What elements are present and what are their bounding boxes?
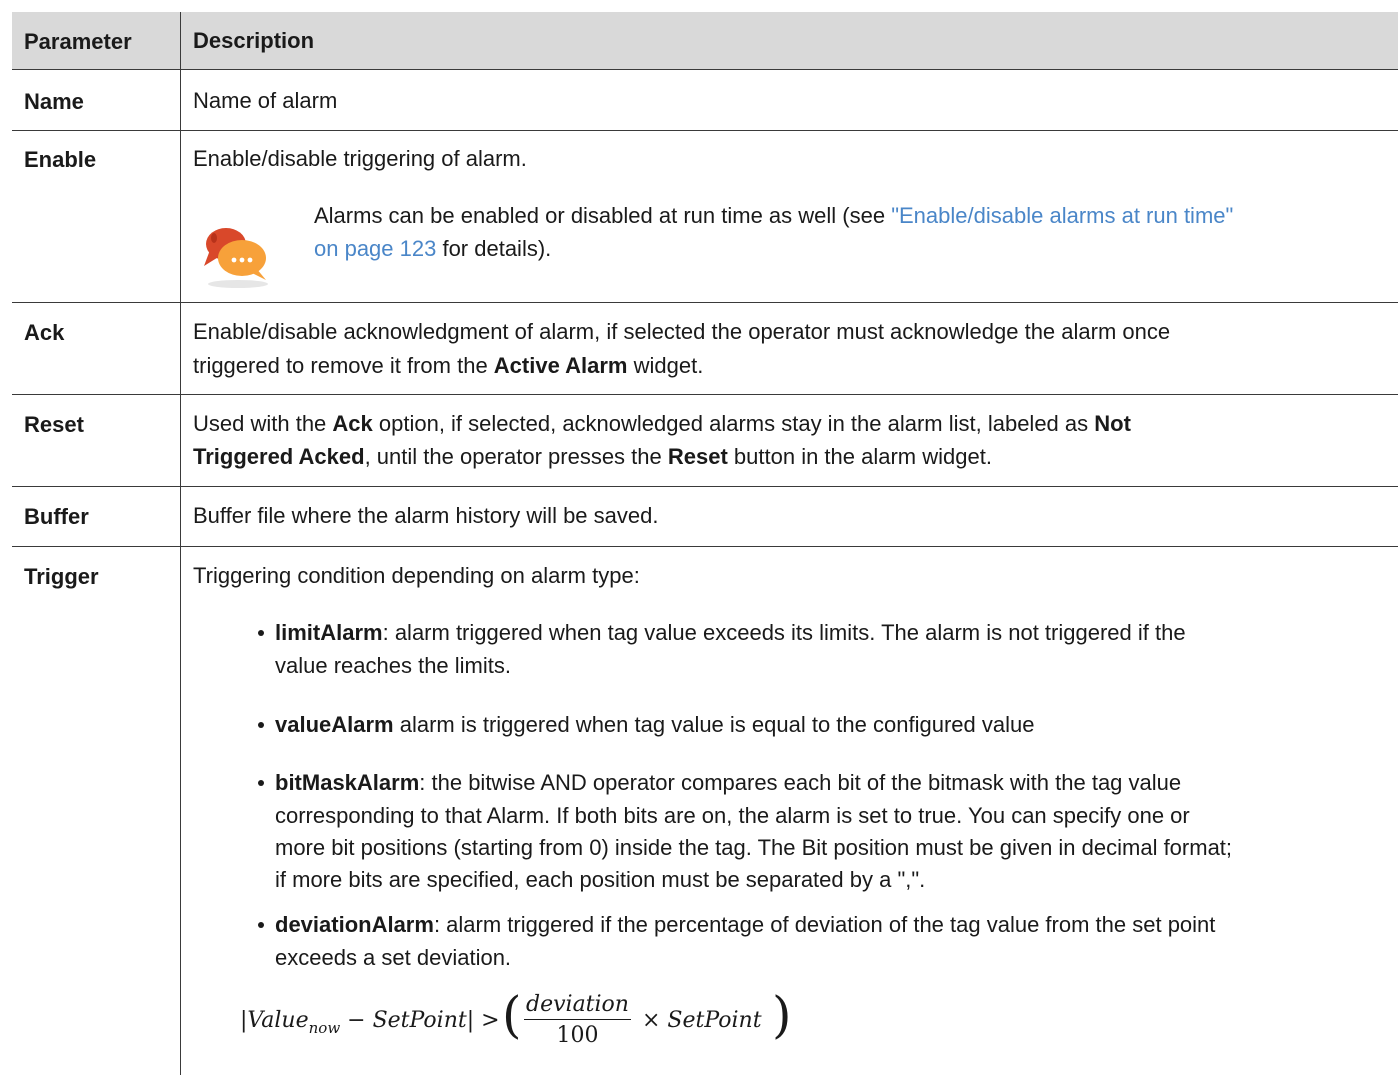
param-enable: Enable bbox=[24, 147, 97, 172]
bitmask-alarm-line3: more bit positions (starting from 0) ins… bbox=[275, 835, 1233, 860]
bitmask-alarm-line2: corresponding to that Alarm. If both bit… bbox=[275, 803, 1190, 828]
param-trigger: Trigger bbox=[24, 564, 99, 589]
reset-bold: Triggered Acked bbox=[193, 444, 365, 469]
column-divider bbox=[180, 12, 181, 1075]
formula-value: |Value bbox=[240, 1008, 309, 1033]
enable-disable-link[interactable]: "Enable/disable alarms at run time" bbox=[891, 203, 1233, 228]
bullet-dot-icon bbox=[258, 780, 264, 786]
row-divider bbox=[12, 546, 1398, 547]
ack-text: triggered to remove it from the bbox=[193, 353, 494, 378]
reset-bold: Reset bbox=[667, 444, 728, 469]
note-enable-line1: Alarms can be enabled or disabled at run… bbox=[314, 200, 1233, 232]
reset-text: , until the operator presses the bbox=[364, 444, 668, 469]
alarm-type-text: : the bitwise AND operator compares each… bbox=[419, 770, 1182, 795]
deviation-alarm-line2: exceeds a set deviation. bbox=[275, 945, 512, 970]
formula-denominator: 100 bbox=[556, 1023, 599, 1048]
formula-times-setpoint: × SetPoint bbox=[642, 1008, 762, 1033]
param-name: Name bbox=[24, 89, 84, 114]
alarm-type-text: alarm is triggered when tag value is equ… bbox=[393, 712, 1035, 737]
chat-bubbles-icon bbox=[200, 220, 272, 290]
note-enable-line2: on page 123 for details). bbox=[314, 233, 551, 265]
header-parameter: Parameter bbox=[24, 29, 132, 54]
page-link[interactable]: on page 123 bbox=[314, 236, 436, 261]
bullet-dot-icon bbox=[258, 630, 264, 636]
row-divider bbox=[12, 394, 1398, 395]
desc-ack-line2: triggered to remove it from the Active A… bbox=[193, 350, 703, 382]
value-alarm-line1: valueAlarm alarm is triggered when tag v… bbox=[275, 709, 1034, 741]
reset-text: Used with the bbox=[193, 411, 333, 436]
row-divider bbox=[12, 130, 1398, 131]
limit-alarm-line2: value reaches the limits. bbox=[275, 653, 511, 678]
row-divider bbox=[12, 302, 1398, 303]
reset-bold: Not bbox=[1094, 411, 1131, 436]
row-divider bbox=[12, 486, 1398, 487]
header-divider bbox=[12, 69, 1398, 70]
formula-setpoint: − SetPoint| > bbox=[340, 1008, 500, 1033]
desc-reset-line2: Triggered Acked, until the operator pres… bbox=[193, 441, 992, 473]
deviation-alarm-line1: deviationAlarm: alarm triggered if the p… bbox=[275, 909, 1215, 941]
formula-fraction: deviation 100 bbox=[524, 992, 631, 1048]
bullet-dot-icon bbox=[258, 722, 264, 728]
bullet-dot-icon bbox=[258, 922, 264, 928]
formula-left: |Valuenow − SetPoint| > bbox=[240, 1008, 500, 1037]
bitmask-alarm-line1: bitMaskAlarm: the bitwise AND operator c… bbox=[275, 767, 1181, 799]
reset-text: button in the alarm widget. bbox=[727, 444, 992, 469]
alarm-type-text: : alarm triggered if the percentage of d… bbox=[433, 912, 1216, 937]
alarm-type-text: : alarm triggered when tag value exceeds… bbox=[382, 620, 1186, 645]
bitmask-alarm-line4: if more bits are specified, each positio… bbox=[275, 867, 926, 892]
desc-trigger: Triggering condition depending on alarm … bbox=[193, 563, 640, 588]
desc-name: Name of alarm bbox=[193, 88, 338, 113]
reset-bold: Ack bbox=[332, 411, 373, 436]
formula-subscript: now bbox=[308, 1019, 341, 1037]
ack-text: widget. bbox=[627, 353, 704, 378]
note-text: for details). bbox=[436, 236, 552, 261]
formula-close-paren: ) bbox=[772, 986, 792, 1044]
param-ack: Ack bbox=[24, 320, 65, 345]
limit-alarm-line1: limitAlarm: alarm triggered when tag val… bbox=[275, 617, 1186, 649]
header-description: Description bbox=[193, 28, 315, 53]
ack-bold: Active Alarm bbox=[493, 353, 628, 378]
desc-reset-line1: Used with the Ack option, if selected, a… bbox=[193, 408, 1131, 440]
formula-numerator: deviation bbox=[524, 992, 631, 1020]
alarm-type-name: bitMaskAlarm bbox=[275, 770, 420, 795]
alarm-type-name: valueAlarm bbox=[275, 712, 394, 737]
note-text: Alarms can be enabled or disabled at run… bbox=[314, 203, 892, 228]
reset-text: option, if selected, acknowledged alarms… bbox=[372, 411, 1095, 436]
desc-buffer: Buffer file where the alarm history will… bbox=[193, 503, 659, 528]
desc-ack-line1: Enable/disable acknowledgment of alarm, … bbox=[193, 319, 1171, 344]
alarm-type-name: deviationAlarm bbox=[275, 912, 434, 937]
param-reset: Reset bbox=[24, 412, 84, 437]
param-buffer: Buffer bbox=[24, 504, 89, 529]
desc-enable: Enable/disable triggering of alarm. bbox=[193, 146, 527, 171]
formula-open-paren: ( bbox=[502, 986, 522, 1044]
alarm-type-name: limitAlarm bbox=[275, 620, 383, 645]
